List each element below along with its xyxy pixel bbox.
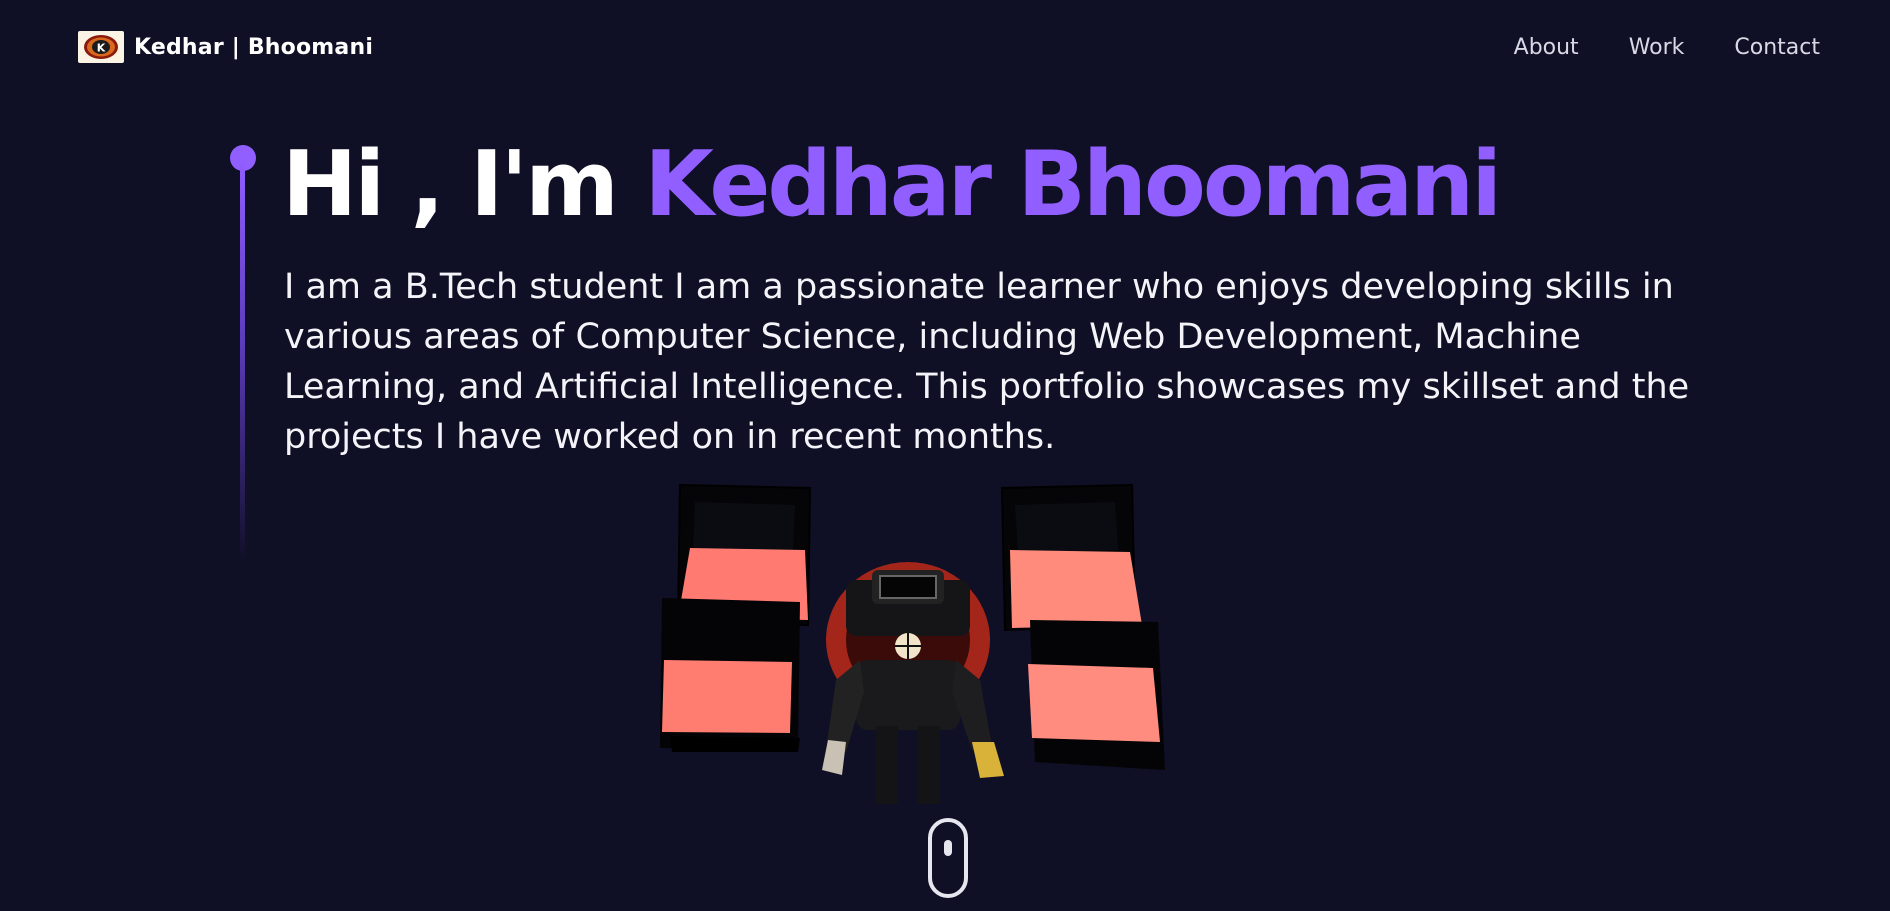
nav-link-about[interactable]: About (1514, 35, 1579, 60)
mouse-scroll-icon (944, 840, 952, 856)
hero-description: I am a B.Tech student I am a passionate … (284, 267, 1690, 457)
nav-links: About Work Contact (1514, 35, 1820, 60)
hero-accent-line (230, 145, 256, 565)
brand-name: Kedhar | Bhoomani (134, 34, 374, 60)
nav-link-contact[interactable]: Contact (1734, 35, 1820, 60)
navbar: K Kedhar | Bhoomani About Work Contact (0, 0, 1890, 94)
right-solar-panels (1000, 483, 1165, 770)
hero-title: Hi , I'm Kedhar Bhoomani (282, 130, 1502, 240)
robot-illustration (660, 483, 1165, 804)
brand-link[interactable]: K Kedhar | Bhoomani (78, 31, 373, 63)
hero-3d-scene[interactable] (650, 480, 1180, 825)
hero-greeting: Hi , I'm (282, 132, 645, 237)
robot-figure (822, 562, 1004, 804)
left-solar-panels (660, 483, 812, 752)
brand-logo-icon: K (78, 31, 124, 63)
nav-link-work[interactable]: Work (1629, 35, 1685, 60)
portfolio-page: K Kedhar | Bhoomani About Work Contact H… (0, 0, 1890, 911)
hero-name: Kedhar Bhoomani (644, 132, 1502, 237)
brand-logo-letter: K (97, 42, 106, 55)
hero-accent-bar (240, 163, 245, 563)
scroll-down-indicator[interactable] (928, 818, 968, 898)
